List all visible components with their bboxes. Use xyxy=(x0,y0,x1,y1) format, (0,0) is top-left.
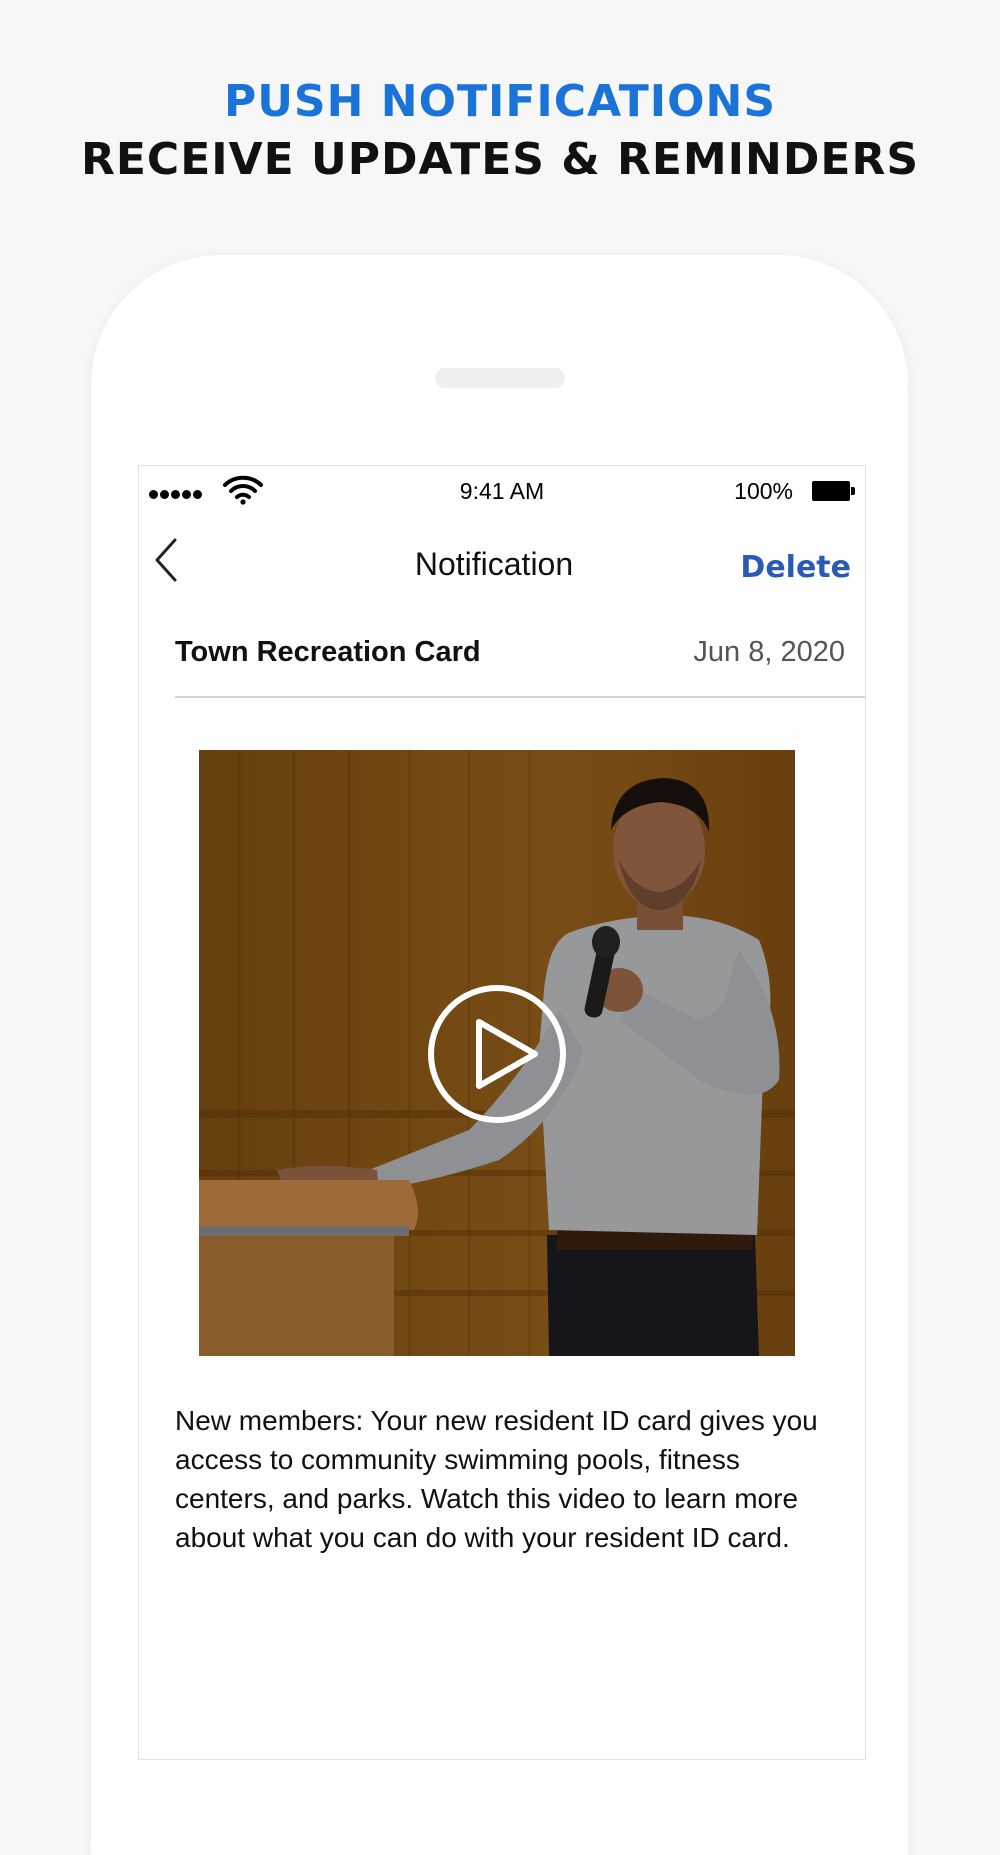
notification-title: Town Recreation Card xyxy=(175,636,481,668)
battery-icon xyxy=(812,481,855,501)
notification-body: New members: Your new resident ID card g… xyxy=(175,1405,818,1553)
phone-screen: 9:41 AM 100% Notification Delete Town Re… xyxy=(138,465,866,1760)
nav-bar: Notification Delete xyxy=(139,526,865,596)
notification-header: Town Recreation Card Jun 8, 2020 xyxy=(175,636,865,698)
video-player[interactable] xyxy=(199,750,795,1356)
headline-subtitle: RECEIVE UPDATES & REMINDERS xyxy=(80,134,920,185)
notification-date: Jun 8, 2020 xyxy=(693,636,845,668)
delete-button[interactable]: Delete xyxy=(740,550,851,585)
phone-speaker xyxy=(435,368,565,388)
status-bar: 9:41 AM 100% xyxy=(139,466,865,516)
headline-title: PUSH NOTIFICATIONS xyxy=(223,76,777,127)
play-icon[interactable] xyxy=(427,984,567,1124)
battery-percentage: 100% xyxy=(734,478,793,504)
